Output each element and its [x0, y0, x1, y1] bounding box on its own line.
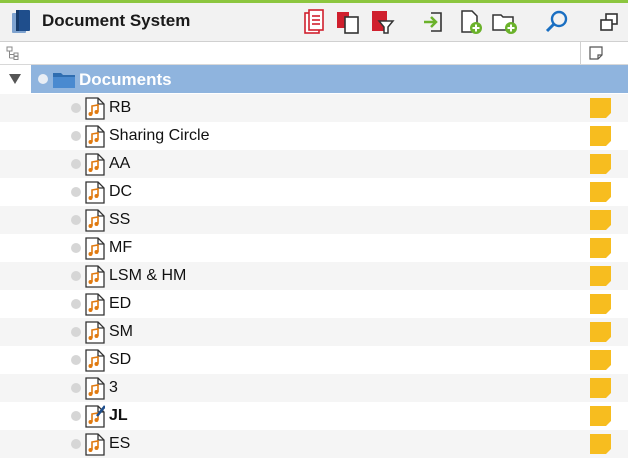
document-filter-icon [372, 11, 395, 34]
status-dot [71, 131, 81, 141]
new-folder-button[interactable] [490, 7, 520, 37]
column-header [0, 42, 628, 65]
new-folder-icon [492, 14, 517, 34]
root-label: Documents [79, 70, 172, 89]
column-divider[interactable] [580, 42, 581, 64]
document-label: MF [109, 239, 133, 256]
audio-document-icon [85, 209, 105, 232]
document-row[interactable]: LSM & HM [0, 262, 628, 290]
status-dot [71, 299, 81, 309]
memo-icon[interactable] [590, 126, 611, 146]
document-row[interactable]: SD [0, 346, 628, 374]
undock-window-icon [600, 13, 618, 31]
document-row[interactable]: 3 [0, 374, 628, 402]
doc-copy-button[interactable] [333, 7, 363, 37]
memo-column-icon[interactable] [589, 46, 603, 60]
document-label: Sharing Circle [109, 127, 210, 144]
status-dot [71, 215, 81, 225]
document-label: SS [109, 211, 131, 228]
document-label: JL [109, 407, 128, 424]
document-row[interactable]: DC [0, 178, 628, 206]
memo-icon[interactable] [590, 378, 611, 398]
memo-icon[interactable] [590, 434, 611, 454]
memo-icon[interactable] [590, 182, 611, 202]
audio-document-edit-icon [85, 405, 105, 428]
status-dot [71, 187, 81, 197]
status-dot [71, 271, 81, 281]
document-row[interactable]: ED [0, 290, 628, 318]
document-label: SM [109, 323, 133, 340]
memo-icon[interactable] [590, 238, 611, 258]
memo-icon[interactable] [590, 350, 611, 370]
status-dot [71, 383, 81, 393]
import-arrow-icon [424, 12, 442, 32]
search-button[interactable] [542, 7, 572, 37]
memo-icon[interactable] [590, 406, 611, 426]
document-label: RB [109, 99, 132, 116]
new-document-icon [461, 10, 482, 34]
document-label: DC [109, 183, 133, 200]
document-row[interactable]: SS [0, 206, 628, 234]
document-list: RB Sharing Circle AA DC SS MF LSM & HM E… [0, 94, 628, 458]
memo-icon[interactable] [590, 322, 611, 342]
memo-icon[interactable] [590, 154, 611, 174]
audio-document-icon [85, 321, 105, 344]
memo-icon[interactable] [590, 266, 611, 286]
documents-copy-icon [337, 12, 359, 34]
window-titlebar: Document System [0, 3, 628, 42]
document-list-icon [304, 9, 324, 34]
audio-document-icon [85, 349, 105, 372]
status-dot [71, 411, 81, 421]
document-row[interactable]: AA [0, 150, 628, 178]
document-label: LSM & HM [109, 267, 187, 284]
document-label: SD [109, 351, 132, 368]
status-dot [71, 243, 81, 253]
document-row[interactable]: JL [0, 402, 628, 430]
search-icon [545, 10, 568, 33]
status-dot [71, 103, 81, 113]
undock-button[interactable] [594, 7, 624, 37]
audio-document-icon [85, 181, 105, 204]
folder-icon [53, 73, 75, 88]
status-dot [71, 327, 81, 337]
audio-document-icon [85, 433, 105, 456]
document-row[interactable]: Sharing Circle [0, 122, 628, 150]
audio-document-icon [85, 237, 105, 260]
new-document-button[interactable] [456, 7, 486, 37]
document-system-icon [12, 10, 30, 33]
audio-document-icon [85, 265, 105, 288]
status-dot [38, 74, 48, 84]
document-row[interactable]: ES [0, 430, 628, 458]
document-label: AA [109, 155, 131, 172]
memo-icon[interactable] [590, 98, 611, 118]
audio-document-icon [85, 377, 105, 400]
document-row[interactable]: RB [0, 94, 628, 122]
tree-root-documents[interactable]: Documents [0, 65, 628, 93]
document-label: 3 [109, 379, 118, 396]
document-row[interactable]: MF [0, 234, 628, 262]
collapse-triangle-icon[interactable] [8, 73, 22, 85]
memo-icon[interactable] [590, 210, 611, 230]
document-label: ES [109, 435, 131, 452]
audio-document-icon [85, 125, 105, 148]
window-title: Document System [42, 11, 191, 30]
status-dot [71, 355, 81, 365]
status-dot [71, 159, 81, 169]
tree-structure-icon[interactable] [6, 46, 20, 60]
audio-document-icon [85, 153, 105, 176]
import-button[interactable] [418, 7, 448, 37]
doc-browser-button[interactable] [299, 7, 329, 37]
status-dot [71, 439, 81, 449]
document-row[interactable]: SM [0, 318, 628, 346]
audio-document-icon [85, 97, 105, 120]
doc-filter-button[interactable] [367, 7, 397, 37]
audio-document-icon [85, 293, 105, 316]
document-label: ED [109, 295, 132, 312]
memo-icon[interactable] [590, 294, 611, 314]
